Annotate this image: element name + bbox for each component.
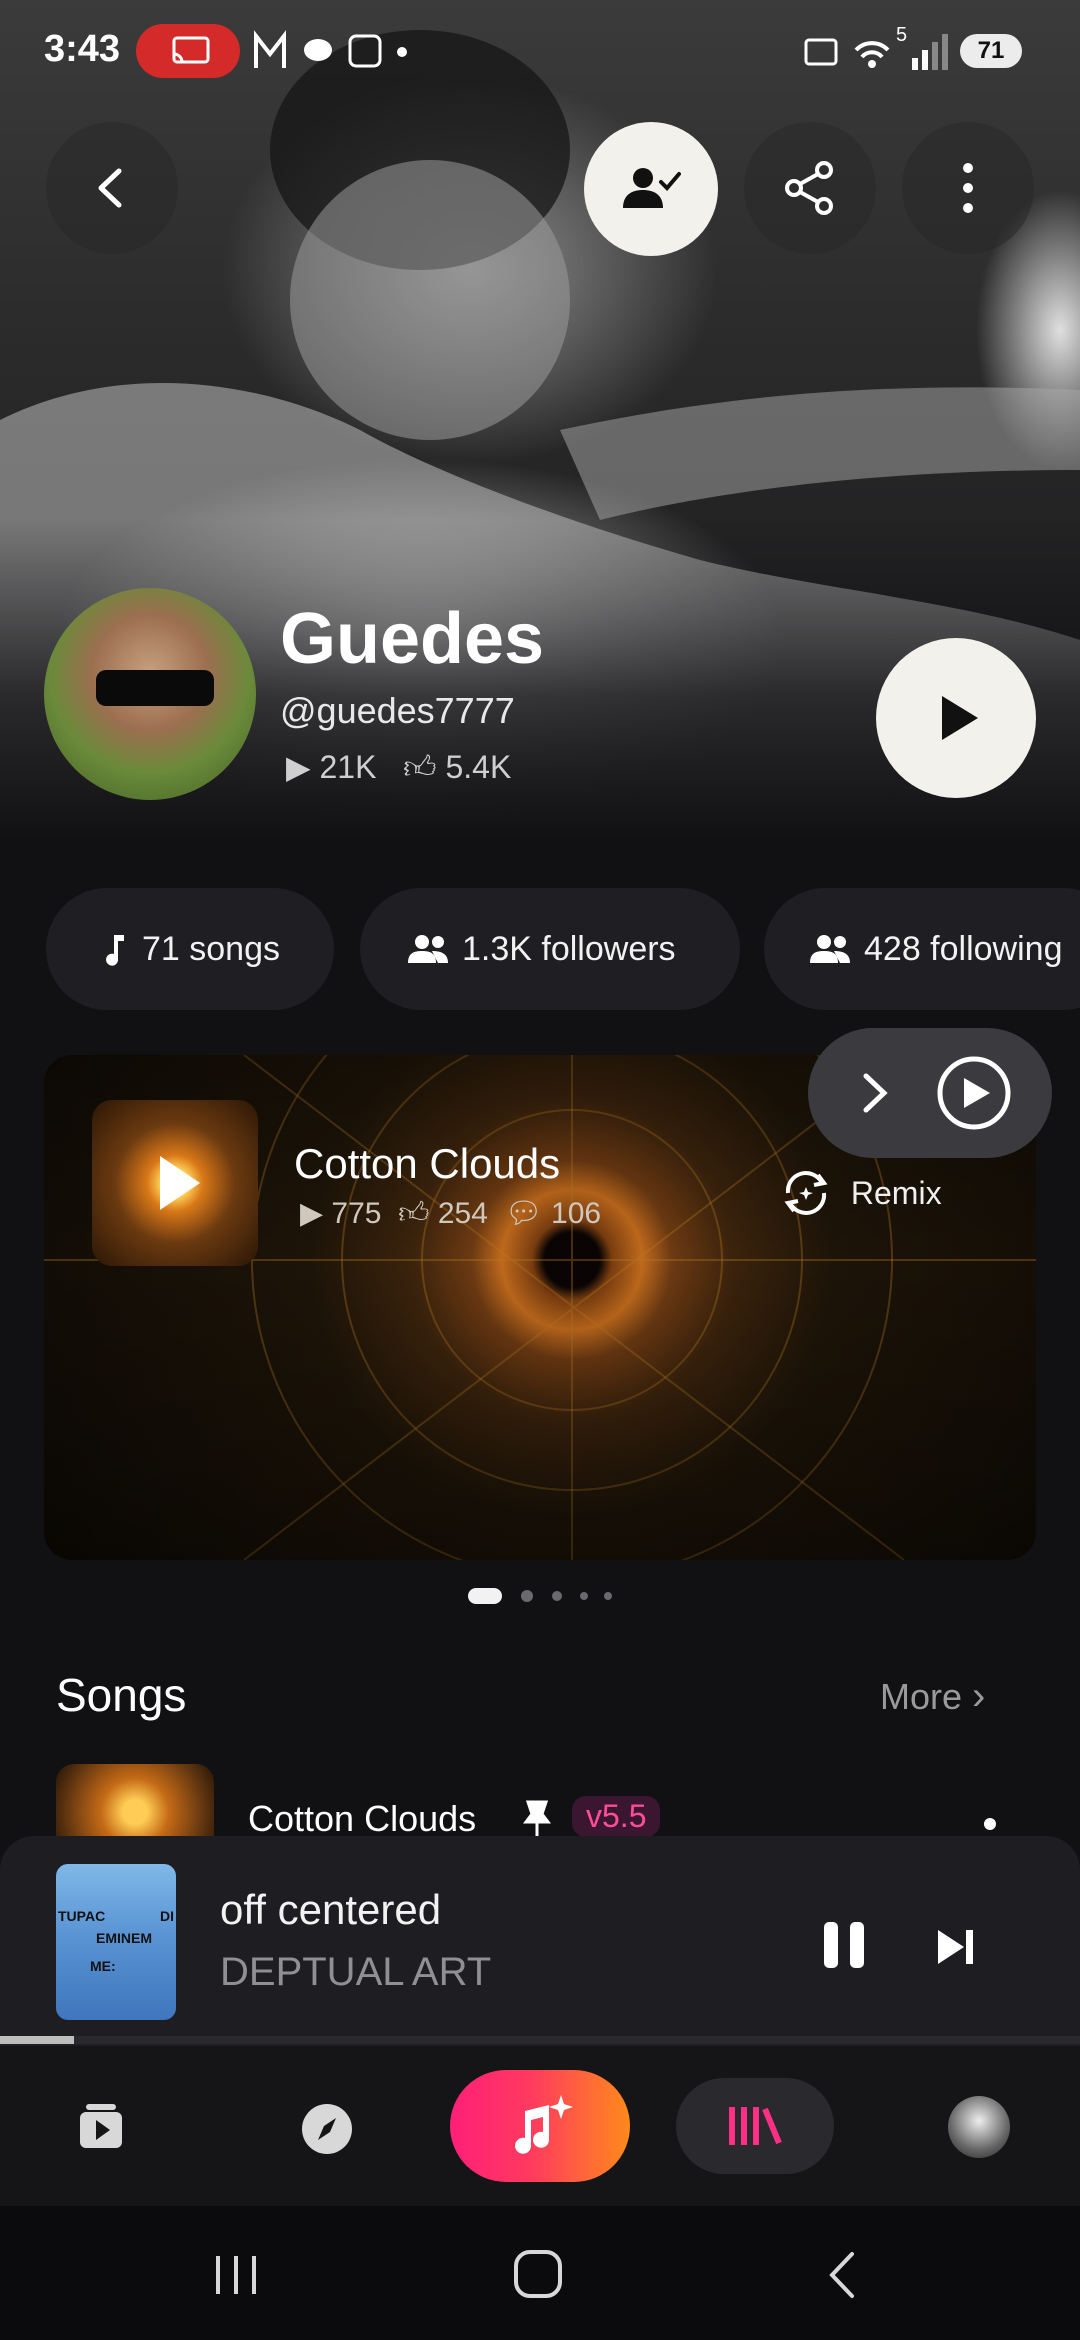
nav-home[interactable]: [78, 2102, 124, 2157]
share-icon: [785, 161, 833, 215]
featured-thumbnail[interactable]: [92, 1100, 258, 1266]
featured-title[interactable]: Cotton Clouds: [294, 1140, 560, 1188]
remix-icon: [784, 1171, 828, 1215]
music-sparkle-icon: [515, 2095, 573, 2154]
screenshot-icon: [348, 34, 382, 68]
art-text-2: EMINEM: [96, 1930, 152, 1946]
avatar-photo: [96, 670, 214, 706]
chevron-left-icon: [98, 168, 122, 208]
mini-player-artist[interactable]: DEPTUAL ART: [220, 1950, 491, 1995]
recent-apps-button[interactable]: [212, 2250, 262, 2305]
play-icon: [942, 696, 978, 740]
status-time: 3:43: [44, 28, 121, 70]
system-back-button[interactable]: [822, 2250, 862, 2305]
plays-count: 21K: [319, 749, 377, 785]
recent-apps-icon: [216, 2256, 256, 2294]
more-options-button[interactable]: [902, 122, 1034, 254]
mini-player-artwork[interactable]: TUPAC EMINEM ME: DI: [56, 1864, 176, 2020]
comment-icon: 💬︎: [504, 1197, 543, 1230]
artist-name: Guedes: [280, 599, 545, 679]
featured-likes: 254: [437, 1197, 488, 1230]
library-icon: [729, 2107, 782, 2145]
music-note-icon: [106, 935, 124, 966]
person-check-icon: [623, 168, 681, 208]
art-text-4: DI: [160, 1908, 174, 1924]
people-icon: [810, 935, 850, 963]
floating-remix-widget[interactable]: [808, 1028, 1052, 1158]
pause-button[interactable]: [818, 1918, 874, 1979]
pause-icon: [824, 1922, 864, 1968]
play-icon: [160, 1156, 200, 1210]
chip-following-label: 428 following: [864, 929, 1063, 968]
chip-songs-label: 71 songs: [142, 929, 280, 968]
cast-status-icon: [804, 38, 838, 66]
home-icon: [514, 2250, 562, 2298]
home-button[interactable]: [512, 2248, 564, 2305]
carousel-indicator: [468, 1584, 618, 1613]
skip-next-button[interactable]: [934, 1924, 980, 1975]
play-all-button[interactable]: [876, 638, 1036, 798]
cast-icon: [172, 36, 210, 64]
play-icon: ▶: [286, 749, 311, 785]
back-button[interactable]: [46, 122, 178, 254]
share-button[interactable]: [744, 122, 876, 254]
nav-profile-avatar[interactable]: [948, 2096, 1010, 2158]
songs-more-link[interactable]: More ›: [880, 1674, 985, 1719]
back-icon: [829, 2252, 854, 2298]
song-thumbnail[interactable]: [56, 1764, 214, 1844]
thumbs-up-icon: 👍︎: [403, 749, 437, 785]
nav-explore[interactable]: [300, 2102, 354, 2161]
floating-widget-icons: [863, 1056, 1011, 1130]
more-label: More: [880, 1676, 963, 1717]
artist-stats: ▶ 21K 👍︎ 5.4K: [286, 748, 511, 787]
chip-followers[interactable]: 1.3K followers: [360, 888, 740, 1010]
song-more-icon[interactable]: [984, 1818, 996, 1830]
people-icon: [408, 935, 448, 963]
likes-count: 5.4K: [445, 749, 512, 785]
wifi-icon: [854, 41, 890, 59]
playback-progress-track[interactable]: [0, 2036, 1080, 2044]
featured-plays: 775: [331, 1197, 382, 1230]
thumbs-up-icon: 👍︎: [398, 1197, 430, 1230]
more-vertical-icon: [963, 163, 973, 213]
compass-icon: [302, 2104, 352, 2154]
system-status-icons: [800, 30, 950, 79]
notification-icons: [252, 28, 412, 79]
nav-library[interactable]: [676, 2078, 834, 2174]
battery-indicator: 71: [960, 34, 1022, 68]
play-icon: ▶: [300, 1197, 324, 1230]
playback-progress-fill: [0, 2036, 74, 2044]
remix-button[interactable]: Remix: [778, 1165, 942, 1221]
featured-comments: 106: [551, 1197, 602, 1230]
chevron-right-icon: [863, 1073, 888, 1113]
status-bar: 3:43 5 71: [0, 0, 1080, 100]
message-icon: [304, 39, 332, 61]
skip-next-icon: [938, 1930, 973, 1964]
mini-player-title[interactable]: off centered: [220, 1886, 441, 1934]
chip-following[interactable]: 428 following: [764, 888, 1080, 1010]
art-text-3: ME:: [90, 1958, 116, 1974]
chip-songs[interactable]: 71 songs: [46, 888, 334, 1010]
version-badge: v5.5: [572, 1796, 661, 1837]
chip-followers-label: 1.3K followers: [462, 929, 676, 968]
chevron-right-icon: ›: [972, 1674, 986, 1718]
network-type: 5: [896, 24, 908, 46]
screen-cast-indicator: [136, 24, 240, 78]
artist-handle: @guedes7777: [280, 690, 515, 731]
artist-avatar[interactable]: [44, 588, 256, 800]
gmail-icon: [254, 30, 286, 68]
remix-label: Remix: [850, 1174, 942, 1211]
video-library-icon: [80, 2104, 122, 2148]
song-title[interactable]: Cotton Clouds: [248, 1798, 476, 1840]
songs-section-title: Songs: [56, 1669, 187, 1721]
signal-icon: [942, 34, 948, 70]
art-text-1: TUPAC: [58, 1908, 106, 1924]
featured-stats: ▶ 775 👍︎ 254 💬︎ 106: [300, 1196, 601, 1232]
nav-create-button[interactable]: [450, 2070, 630, 2182]
following-button[interactable]: [584, 122, 718, 256]
